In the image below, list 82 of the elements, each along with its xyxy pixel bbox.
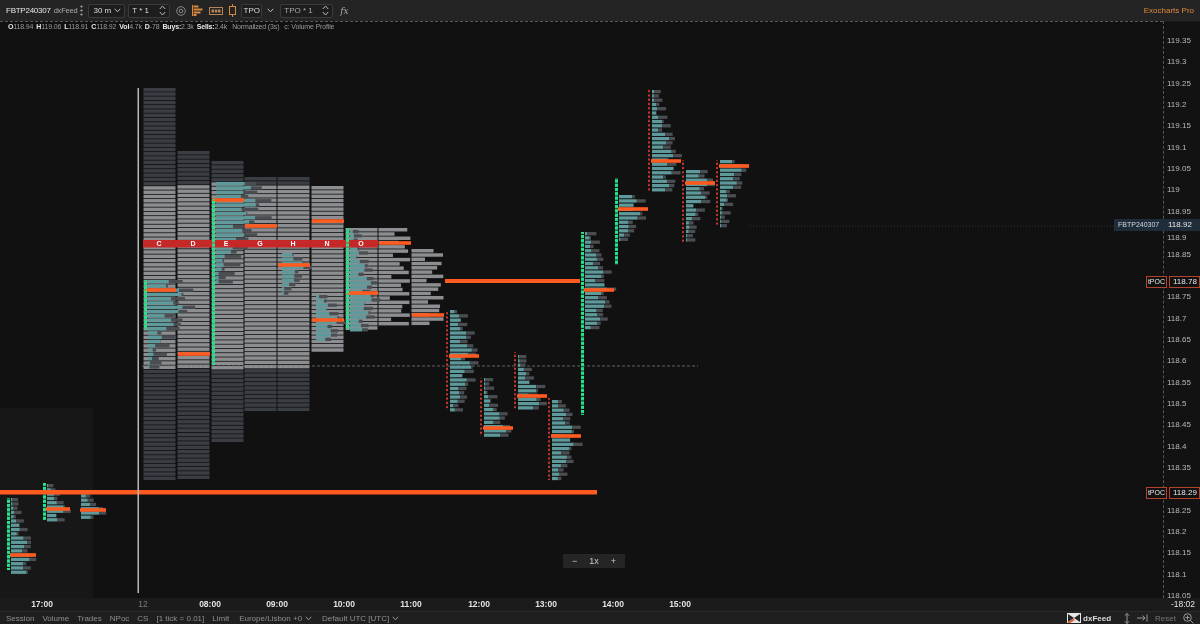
time-tick-label: 13:00 [535, 599, 557, 610]
kebab-menu-icon[interactable] [80, 5, 84, 16]
status-toggle[interactable]: Limit [212, 612, 230, 624]
price-tick-label: 118.75 [1167, 292, 1191, 303]
range-bar [144, 280, 147, 330]
zoom-out-button[interactable]: − [567, 554, 583, 568]
timeframe-dropdown[interactable]: 30 m [88, 3, 126, 18]
price-tick-label: 118.65 [1167, 334, 1191, 345]
price-tick-label: 119.25 [1167, 78, 1191, 89]
status-toggle[interactable]: Volume [42, 612, 70, 624]
profile-setting-spinner[interactable]: TPO * 1 [280, 3, 334, 18]
symbol-label[interactable]: FBTP240307 [6, 6, 51, 15]
countdown-label: -18:02 [1170, 599, 1195, 610]
chevron-down-icon[interactable] [267, 8, 275, 13]
price-tick-label: 118.2 [1167, 527, 1187, 538]
candlestick-icon[interactable] [229, 4, 237, 17]
volume-profile [518, 355, 547, 410]
arrow-to-bar-icon[interactable] [1137, 614, 1149, 622]
zoom-in-icon[interactable] [1183, 612, 1194, 624]
price-tick-label: 118.45 [1167, 420, 1191, 431]
time-tick-label: 09:00 [266, 599, 288, 610]
time-tick-label: 08:00 [199, 599, 221, 610]
range-line [716, 160, 718, 226]
chevron-down-icon [114, 8, 122, 13]
price-tick-label: 118.35 [1167, 463, 1191, 473]
brand-label: Exocharts Pro [1143, 6, 1194, 15]
volume-profile [619, 195, 647, 241]
price-tick-label: 118.85 [1167, 249, 1191, 260]
status-toggle[interactable]: NPoc [109, 612, 130, 624]
price-tick-label: 119.1 [1167, 142, 1187, 153]
cells-icon[interactable] [209, 6, 224, 15]
status-toggle[interactable]: Trades [77, 612, 102, 624]
target-icon[interactable] [176, 5, 187, 16]
price-tick-label: 118.4 [1167, 441, 1187, 452]
price-tick-label: 118.6 [1167, 356, 1187, 367]
profile-type-dropdown[interactable]: TPO [241, 3, 263, 18]
price-tick-label: 118.95 [1167, 206, 1191, 217]
zoom-in-button[interactable]: + [605, 554, 622, 568]
tick-size-label: [1 tick = 0.01] [156, 612, 205, 624]
up-down-icon [322, 5, 330, 16]
status-toggle[interactable]: Session [6, 612, 35, 624]
timezone-dropdown[interactable]: Default UTC [UTC] [322, 612, 400, 624]
status-toggle[interactable]: CS [137, 612, 149, 624]
time-tick-label: 11:00 [400, 599, 422, 610]
price-tick-label: 119 [1167, 185, 1180, 196]
price-tick-label: 119.3 [1167, 57, 1187, 68]
price-tick-label: 119.35 [1167, 36, 1191, 46]
horizontal-bars-icon[interactable] [192, 5, 204, 16]
zoom-level-button[interactable]: 1x [584, 554, 604, 568]
time-tick-label: 17:00 [31, 599, 53, 610]
formula-button[interactable]: fx [340, 5, 349, 16]
time-tick-label: 12 [138, 599, 148, 610]
time-tick-label: 12:00 [468, 599, 490, 610]
chevron-down-icon [392, 615, 400, 621]
time-tick-label: 15:00 [669, 599, 691, 610]
vertical-arrows-icon[interactable] [1124, 612, 1131, 624]
chart-type-spinner[interactable]: T * 1 [128, 3, 171, 18]
price-tick-label: 119.2 [1167, 100, 1187, 111]
time-tick-label: 14:00 [602, 599, 624, 610]
price-tick-label: 118.7 [1167, 313, 1187, 324]
price-tick-label: 119.05 [1167, 164, 1191, 175]
price-tick-label: 118.25 [1167, 505, 1191, 516]
range-line [480, 378, 482, 436]
chevron-down-icon [305, 615, 313, 621]
up-down-icon [159, 5, 167, 16]
range-bar [7, 498, 10, 570]
volume-profile [686, 170, 715, 242]
price-tick-label: 118.15 [1167, 548, 1191, 559]
range-line [514, 352, 516, 410]
timezone-dropdown[interactable]: Europe/Lisbon +0 [239, 612, 313, 624]
price-tick-label: 118.9 [1167, 233, 1187, 244]
price-tick-label: 118.55 [1167, 377, 1191, 388]
reset-button[interactable]: Reset [1155, 612, 1176, 624]
price-tick-label: 119.15 [1167, 121, 1191, 132]
last-price-label: 118.92 [1162, 219, 1200, 231]
price-tick-label: 118.05 [1167, 591, 1191, 601]
price-tick-label: 118.5 [1167, 398, 1187, 409]
time-tick-label: 10:00 [333, 599, 355, 610]
price-tick-label: 118.1 [1167, 569, 1187, 580]
tpoc-price-label: 118.29 [1169, 487, 1200, 499]
tpoc-price-label: 118.78 [1169, 276, 1200, 288]
feed-name: dxFeed [1083, 613, 1112, 623]
